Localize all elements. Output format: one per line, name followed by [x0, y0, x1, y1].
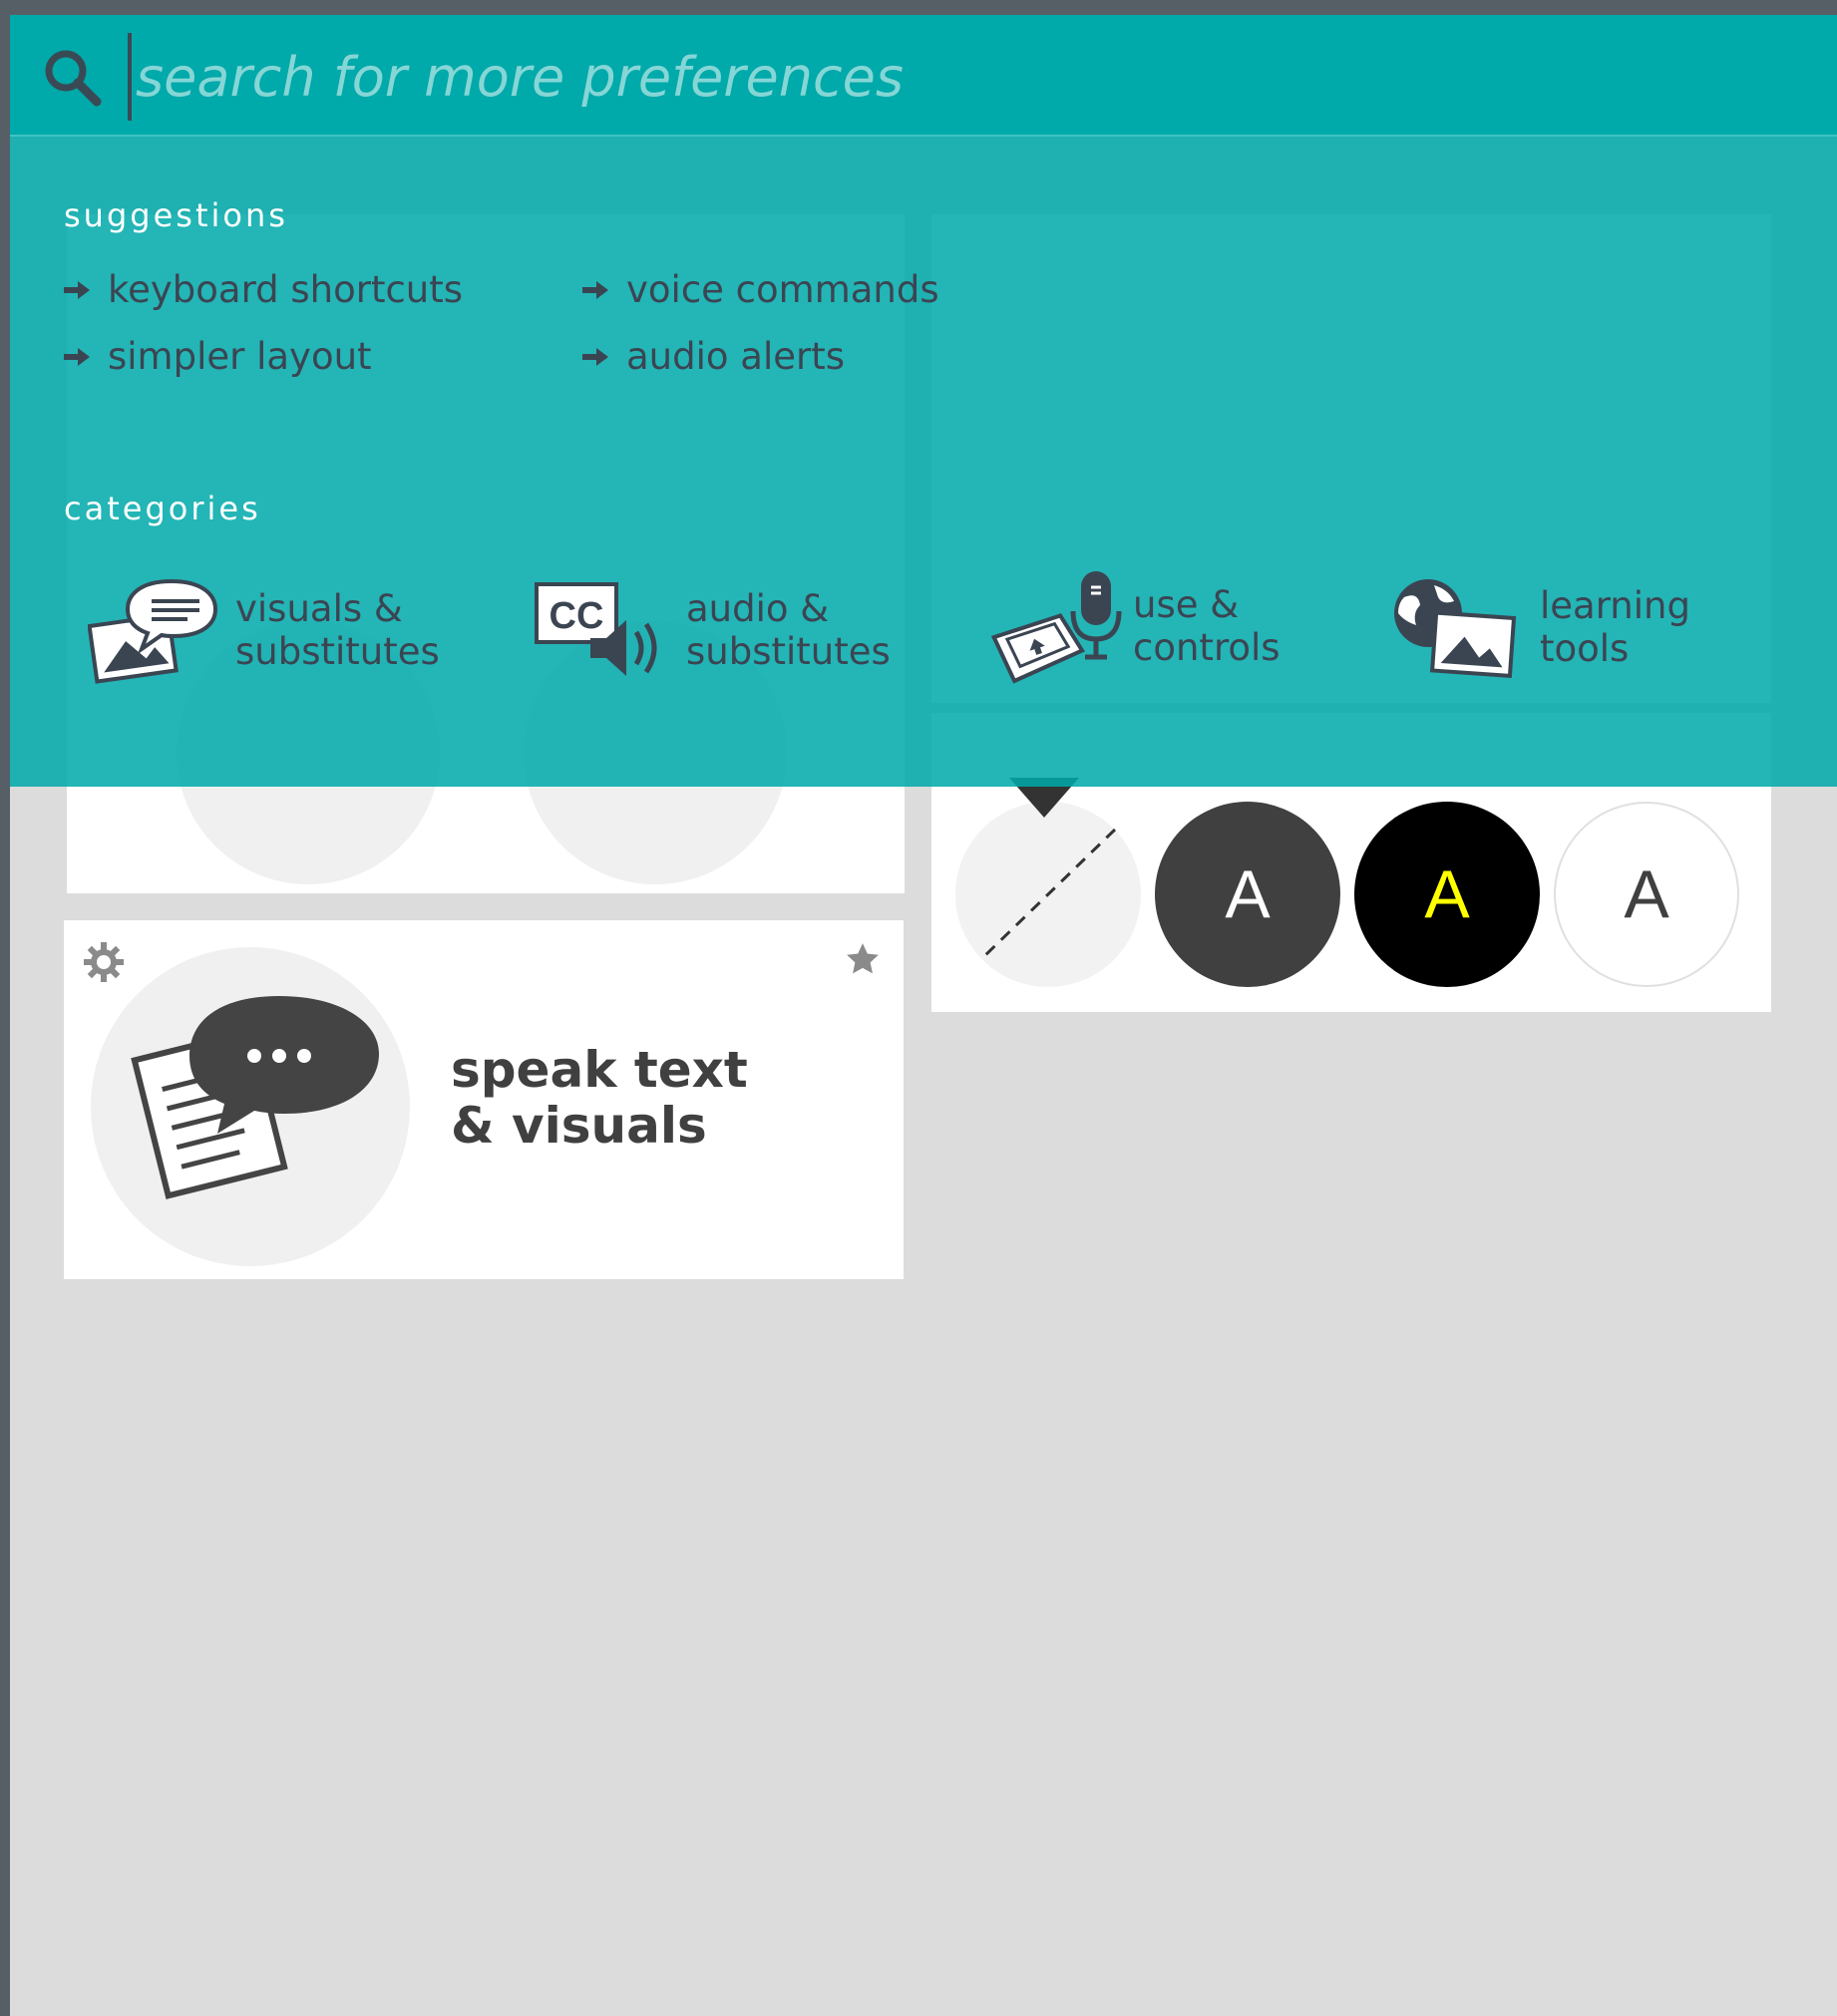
visuals-substitutes-icon [88, 578, 217, 684]
suggestion-label: keyboard shortcuts [108, 268, 464, 311]
keyboard-mic-icon [991, 571, 1122, 684]
no-contrast-icon [979, 828, 1117, 961]
speak-text-card[interactable]: speak text & visuals [64, 920, 904, 1279]
category-label: learning tools [1540, 584, 1690, 670]
search-icon[interactable] [42, 47, 102, 111]
suggestion-simpler-layout[interactable]: simpler layout [64, 335, 372, 378]
suggestion-keyboard-shortcuts[interactable]: keyboard shortcuts [64, 268, 463, 311]
cc-audio-icon: CC [535, 582, 657, 676]
contrast-swatch-black-yellow[interactable]: A [1354, 802, 1540, 987]
category-visuals-substitutes[interactable]: visuals & substitutes [88, 575, 440, 685]
search-suggestions-dropdown: suggestions keyboard shortcuts voice com… [10, 137, 1837, 787]
suggestion-label: voice commands [626, 268, 939, 311]
speak-text-title: speak text & visuals [451, 1041, 748, 1155]
arrow-right-icon [64, 280, 90, 299]
arrow-right-icon [64, 347, 90, 366]
suggestion-label: simpler layout [108, 335, 372, 378]
contrast-swatch-off[interactable] [955, 802, 1141, 987]
suggestion-voice-commands[interactable]: voice commands [582, 268, 939, 311]
search-bar [10, 15, 1837, 137]
star-icon[interactable] [844, 940, 882, 982]
category-label: visuals & substitutes [235, 587, 440, 673]
arrow-right-icon [582, 280, 608, 299]
contrast-swatch-white[interactable]: A [1554, 802, 1739, 987]
category-audio-substitutes[interactable]: CC audio & substitutes [533, 580, 891, 680]
speak-text-icon [91, 947, 410, 1266]
category-use-controls[interactable]: use & controls [991, 567, 1281, 685]
suggestions-heading: suggestions [64, 196, 288, 234]
category-label: audio & substitutes [686, 587, 891, 673]
search-input[interactable] [128, 33, 1135, 121]
suggestion-audio-alerts[interactable]: audio alerts [582, 335, 845, 378]
suggestion-label: audio alerts [626, 335, 846, 378]
category-label: use & controls [1133, 583, 1281, 669]
svg-text:CC: CC [550, 595, 604, 637]
categories-heading: categories [64, 490, 261, 527]
category-learning-tools[interactable]: learning tools [1390, 575, 1690, 679]
arrow-right-icon [582, 347, 608, 366]
globe-picture-icon [1394, 579, 1517, 678]
contrast-swatch-dark[interactable]: A [1155, 802, 1340, 987]
